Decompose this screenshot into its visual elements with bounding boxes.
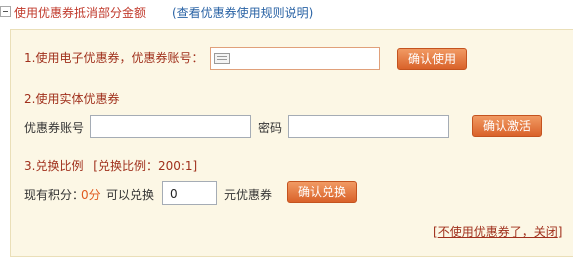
points-value: 0分 bbox=[81, 188, 101, 202]
password-label: 密码 bbox=[258, 121, 283, 135]
exchange-label-text: 3.兑换比例 bbox=[24, 159, 84, 173]
coupon-panel: 1.使用电子优惠券，优惠券账号： 确认使用 2.使用实体优惠券 优惠券账号 密码… bbox=[10, 29, 573, 257]
coupon-account-label: 优惠券账号 bbox=[24, 121, 85, 135]
close-coupon-link-wrapper: [不使用优惠券了，关闭] bbox=[433, 223, 562, 240]
confirm-exchange-button[interactable]: 确认兑换 bbox=[287, 181, 357, 203]
electronic-coupon-input[interactable] bbox=[210, 47, 380, 70]
exchange-amount-input[interactable]: 0 bbox=[162, 181, 217, 205]
coupon-unit-label: 元优惠券 bbox=[224, 188, 273, 202]
coupon-account-input[interactable] bbox=[90, 115, 251, 138]
coupon-rules-link[interactable]: (查看优惠券使用规则说明) bbox=[172, 4, 313, 21]
coupon-section-header: 使用优惠券抵消部分金额 (查看优惠券使用规则说明) bbox=[0, 0, 573, 24]
physical-coupon-label: 2.使用实体优惠券 bbox=[24, 92, 120, 106]
confirm-use-button[interactable]: 确认使用 bbox=[397, 48, 467, 70]
exchange-ratio-text: [兑换比例：200:1] bbox=[93, 159, 198, 173]
collapse-toggle-icon[interactable] bbox=[0, 6, 11, 17]
electronic-coupon-label: 1.使用电子优惠券，优惠券账号： bbox=[24, 51, 204, 65]
close-coupon-link[interactable]: 不使用优惠券了，关闭 bbox=[438, 225, 558, 239]
close-bracket: ] bbox=[557, 225, 563, 239]
card-icon bbox=[214, 53, 230, 64]
can-exchange-label: 可以兑换 bbox=[106, 188, 155, 202]
confirm-activate-button[interactable]: 确认激活 bbox=[472, 115, 542, 137]
exchange-ratio-label: 3.兑换比例 [兑换比例：200:1] bbox=[24, 157, 197, 174]
section-title[interactable]: 使用优惠券抵消部分金额 bbox=[14, 4, 146, 21]
coupon-password-input[interactable] bbox=[288, 115, 449, 138]
points-prefix-label: 现有积分： bbox=[24, 188, 85, 202]
